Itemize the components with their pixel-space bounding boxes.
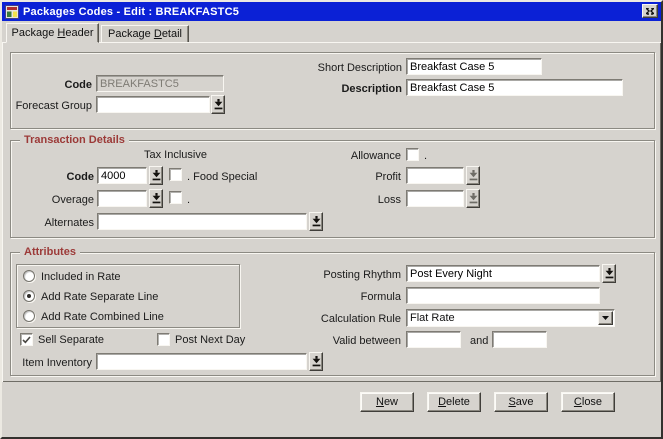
posting-rhythm-lov-button[interactable] — [602, 264, 616, 283]
attributes-title: Attributes — [20, 246, 80, 258]
lov-down-arrow-icon — [469, 170, 478, 181]
post-next-day-checkbox[interactable] — [157, 333, 170, 346]
new-button[interactable]: New — [360, 392, 414, 412]
forecast-group-lov-button[interactable] — [211, 95, 225, 114]
formula-field[interactable] — [406, 287, 600, 304]
tax-inclusive-label: Tax Inclusive — [144, 149, 207, 162]
button-label-part: elete — [446, 396, 470, 408]
tab-label-part: Package — [12, 27, 58, 39]
transaction-code-label: Code — [20, 171, 94, 184]
code-field — [96, 75, 224, 92]
close-button-footer[interactable]: Close — [561, 392, 615, 412]
lov-down-arrow-icon — [312, 216, 321, 227]
item-inventory-label: Item Inventory — [12, 357, 92, 370]
posting-rhythm-field[interactable] — [406, 265, 600, 282]
button-label-part: lose — [582, 396, 602, 408]
close-button[interactable] — [642, 4, 658, 18]
item-inventory-lov-button[interactable] — [309, 352, 323, 371]
radio-add-rate-combined-line[interactable] — [23, 310, 35, 322]
add-rate-separate-line-label: Add Rate Separate Line — [41, 291, 158, 304]
valid-from-field[interactable] — [406, 331, 461, 348]
sell-separate-label: Sell Separate — [38, 334, 104, 347]
tab-label-part: etail — [162, 28, 182, 40]
button-label-accel: S — [508, 396, 515, 408]
profit-field[interactable] — [406, 167, 464, 184]
dropdown-arrow-icon — [602, 316, 609, 320]
valid-to-field[interactable] — [492, 331, 547, 348]
overage-lov-button[interactable] — [149, 189, 163, 208]
calculation-rule-combobox[interactable]: Flat Rate — [406, 309, 615, 327]
transaction-details-title: Transaction Details — [20, 134, 129, 146]
description-field[interactable] — [406, 79, 623, 96]
food-special-label: . Food Special — [187, 171, 257, 184]
short-description-field[interactable] — [406, 58, 542, 75]
packages-codes-window: Packages Codes - Edit : BREAKFASTC5 Pack… — [0, 0, 663, 439]
profit-lov-button[interactable] — [466, 166, 480, 185]
lov-down-arrow-icon — [152, 193, 161, 204]
loss-label: Loss — [301, 194, 401, 207]
allowance-suffix: . — [424, 150, 427, 163]
food-special-checkbox[interactable] — [169, 168, 182, 181]
formula-label: Formula — [291, 291, 401, 304]
allowance-label: Allowance — [301, 150, 401, 163]
valid-between-label: Valid between — [291, 335, 401, 348]
button-label-accel: D — [438, 396, 446, 408]
radio-included-in-rate[interactable] — [23, 270, 35, 282]
button-label-accel: C — [574, 396, 582, 408]
check-icon — [22, 336, 31, 344]
lov-down-arrow-icon — [214, 99, 223, 110]
tab-label-accel: D — [154, 28, 162, 40]
lov-down-arrow-icon — [312, 356, 321, 367]
close-icon — [646, 8, 654, 15]
radio-add-rate-separate-line[interactable] — [23, 290, 35, 302]
tab-package-detail[interactable]: Package Detail — [101, 25, 189, 43]
alternates-lov-button[interactable] — [309, 212, 323, 231]
tab-package-header[interactable]: Package Header — [6, 23, 99, 43]
overage-label: Overage — [20, 194, 94, 207]
tab-label-part: eader — [65, 27, 93, 39]
transaction-code-field[interactable] — [97, 167, 147, 184]
posting-rhythm-label: Posting Rhythm — [291, 269, 401, 282]
forecast-group-label: Forecast Group — [12, 100, 92, 113]
overage-field[interactable] — [97, 190, 147, 207]
add-rate-combined-line-label: Add Rate Combined Line — [41, 311, 164, 324]
delete-button[interactable]: Delete — [427, 392, 481, 412]
save-button[interactable]: Save — [494, 392, 548, 412]
description-label: Description — [282, 83, 402, 96]
alternates-field[interactable] — [97, 213, 307, 230]
loss-field[interactable] — [406, 190, 464, 207]
calculation-rule-label: Calculation Rule — [291, 313, 401, 326]
transaction-code-lov-button[interactable] — [149, 166, 163, 185]
sell-separate-checkbox[interactable] — [20, 333, 33, 346]
code-label: Code — [12, 79, 92, 92]
forecast-group-field[interactable] — [96, 96, 210, 113]
lov-down-arrow-icon — [152, 170, 161, 181]
lov-down-arrow-icon — [469, 193, 478, 204]
alternates-label: Alternates — [20, 217, 94, 230]
included-in-rate-label: Included in Rate — [41, 271, 121, 284]
window-title: Packages Codes - Edit : BREAKFASTC5 — [23, 6, 239, 18]
combo-arrow-button[interactable] — [598, 311, 613, 325]
button-label-accel: N — [376, 396, 384, 408]
app-icon — [5, 5, 19, 19]
item-inventory-field[interactable] — [96, 353, 307, 370]
calculation-rule-value: Flat Rate — [410, 312, 455, 324]
short-description-label: Short Description — [282, 62, 402, 75]
lov-down-arrow-icon — [605, 268, 614, 279]
post-next-day-label: Post Next Day — [175, 334, 245, 347]
overage-checkbox[interactable] — [169, 191, 182, 204]
profit-label: Profit — [301, 171, 401, 184]
allowance-checkbox[interactable] — [406, 148, 419, 161]
and-label: and — [470, 335, 488, 348]
button-label-part: ew — [384, 396, 398, 408]
overage-suffix: . — [187, 194, 190, 207]
title-bar: Packages Codes - Edit : BREAKFASTC5 — [2, 2, 661, 21]
tab-label-part: Package — [108, 28, 154, 40]
loss-lov-button[interactable] — [466, 189, 480, 208]
button-label-part: ave — [516, 396, 534, 408]
